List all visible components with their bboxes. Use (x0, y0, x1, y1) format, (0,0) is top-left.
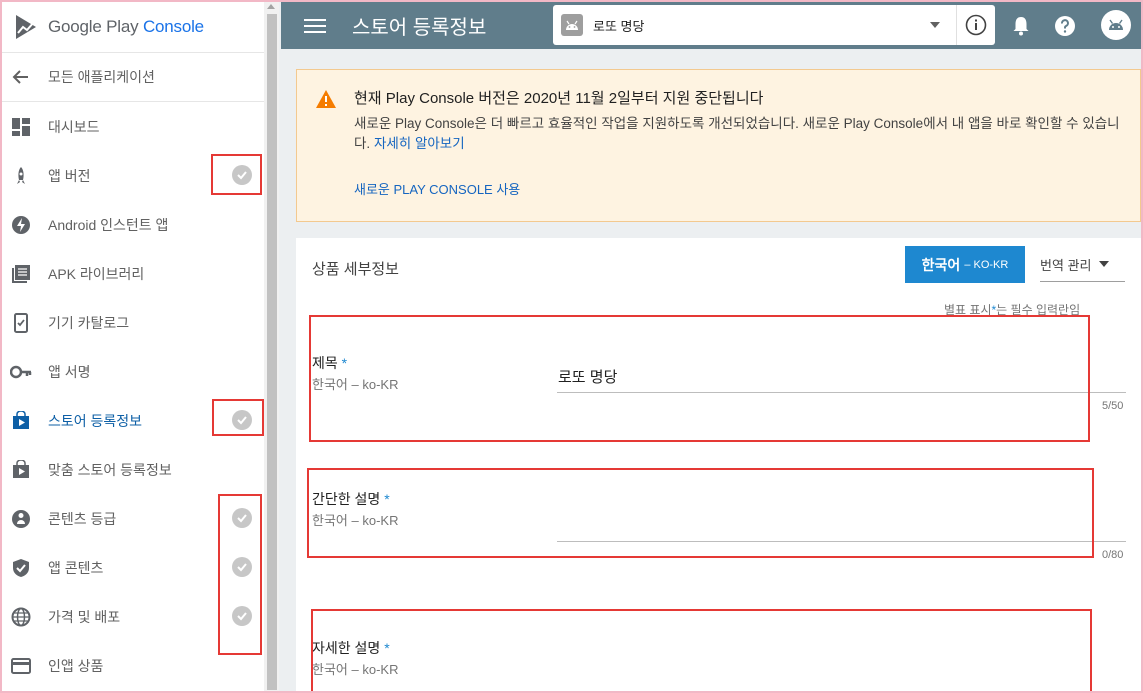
title-input-underline (557, 392, 1126, 393)
shield-icon (10, 557, 32, 579)
language-button[interactable]: 한국어 – KO-KR (905, 246, 1025, 283)
check-icon (232, 606, 252, 626)
sidebar-item-label: Android 인스턴트 앱 (48, 216, 169, 233)
sidebar-item-label: 스토어 등록정보 (48, 412, 143, 429)
notifications-bell-icon[interactable] (1009, 14, 1033, 38)
rocket-icon (10, 165, 32, 187)
custom-listing-icon (10, 459, 32, 481)
warning-title: 현재 Play Console 버전은 2020년 11월 2일부터 지원 중단… (354, 90, 764, 107)
android-avatar-icon (1109, 19, 1123, 30)
learn-more-link[interactable]: 자세히 알아보기 (374, 136, 465, 151)
sidebar-item-label: 콘텐츠 등급 (48, 510, 117, 527)
short-description-underline (557, 541, 1126, 542)
play-console-logo-icon (16, 15, 36, 39)
scroll-up-arrow-icon[interactable] (267, 4, 275, 9)
sidebar-item-store-listing[interactable]: 스토어 등록정보 (2, 396, 264, 445)
warning-body-text: 새로운 Play Console은 더 빠르고 효율적인 작업을 지원하도록 개… (354, 116, 1120, 151)
device-catalog-icon (10, 312, 32, 334)
hamburger-menu-icon[interactable] (304, 18, 326, 33)
manage-translations-label: 번역 관리 (1040, 257, 1092, 273)
sidebar-item-dashboard[interactable]: 대시보드 (2, 102, 264, 151)
sidebar-item-in-app-products[interactable]: 인앱 상품 (2, 641, 264, 690)
globe-icon (10, 606, 32, 628)
title-char-count: 5/50 (1102, 400, 1124, 412)
full-description-label: 자세한 설명 * (312, 640, 390, 656)
logo-google-play: Google Play (48, 17, 139, 36)
sidebar-item-label: 인앱 상품 (48, 657, 104, 674)
manage-translations-dropdown[interactable]: 번역 관리 (1040, 247, 1125, 282)
sidebar-item-app-releases[interactable]: 앱 버전 (2, 151, 264, 200)
top-app-bar: 스토어 등록정보 로또 명당 (281, 2, 1141, 49)
sidebar-item-label: 맞춤 스토어 등록정보 (48, 461, 172, 478)
dashboard-icon (10, 116, 32, 138)
help-icon[interactable] (1053, 14, 1077, 38)
arrow-back-icon (10, 66, 32, 88)
product-details-card: 상품 세부정보 한국어 – KO-KR 번역 관리 별표 표시*는 필수 입력란… (296, 238, 1141, 693)
deprecation-warning-card: 현재 Play Console 버전은 2020년 11월 2일부터 지원 중단… (296, 69, 1141, 222)
title-field-language: 한국어 – ko-KR (312, 377, 399, 392)
logo-console: Console (142, 17, 204, 36)
android-app-icon (561, 14, 583, 36)
language-code: – KO-KR (964, 258, 1009, 271)
content-rating-icon (10, 508, 32, 530)
short-description-char-count: 0/80 (1102, 549, 1124, 561)
apk-library-icon (10, 263, 32, 285)
sidebar-item-pricing-distribution[interactable]: 가격 및 배포 (2, 592, 264, 641)
scroll-thumb[interactable] (267, 14, 277, 690)
section-title: 상품 세부정보 (312, 261, 399, 278)
key-icon (10, 361, 32, 383)
sidebar-item-label: 대시보드 (48, 118, 100, 135)
use-new-play-console-button[interactable]: 새로운 PLAY CONSOLE 사용 (354, 179, 520, 198)
full-description-language: 한국어 – ko-KR (312, 662, 399, 677)
warning-body: 새로운 Play Console은 더 빠르고 효율적인 작업을 지원하도록 개… (354, 114, 1134, 154)
check-icon (232, 557, 252, 577)
warning-icon (316, 90, 336, 108)
page-title: 스토어 등록정보 (352, 17, 487, 39)
sidebar-item-label: APK 라이브러리 (48, 265, 145, 282)
avatar[interactable] (1101, 10, 1131, 40)
sidebar-item-content-rating[interactable]: 콘텐츠 등급 (2, 494, 264, 543)
check-icon (232, 410, 252, 430)
google-play-console-logo[interactable]: Google Play Console (2, 2, 264, 53)
instant-app-icon (10, 214, 32, 236)
sidebar-scrollbar[interactable] (264, 2, 279, 691)
sidebar: Google Play Console 모든 애플리케이션 대시보드 앱 버전 … (2, 2, 264, 691)
check-icon (232, 508, 252, 528)
back-to-all-apps[interactable]: 모든 애플리케이션 (2, 53, 264, 102)
sidebar-item-custom-store-listing[interactable]: 맞춤 스토어 등록정보 (2, 445, 264, 494)
sidebar-item-label: 가격 및 배포 (48, 608, 121, 625)
sidebar-item-label: 앱 콘텐츠 (48, 559, 104, 576)
short-description-label: 간단한 설명 * (312, 491, 390, 507)
back-label: 모든 애플리케이션 (48, 69, 155, 85)
title-field-label: 제목 * (312, 355, 348, 371)
dropdown-arrow-icon (1099, 261, 1110, 267)
credit-card-icon (10, 655, 32, 677)
required-fields-note: 별표 표시*는 필수 입력란임 (944, 303, 1081, 317)
sidebar-item-device-catalog[interactable]: 기기 카탈로그 (2, 298, 264, 347)
check-icon (232, 165, 252, 185)
sidebar-item-app-signing[interactable]: 앱 서명 (2, 347, 264, 396)
sidebar-item-apk-library[interactable]: APK 라이브러리 (2, 249, 264, 298)
sidebar-item-label: 앱 서명 (48, 363, 91, 380)
language-label: 한국어 (921, 256, 961, 273)
chevron-down-icon[interactable] (930, 22, 940, 28)
store-listing-icon (10, 410, 32, 432)
sidebar-item-instant-apps[interactable]: Android 인스턴트 앱 (2, 200, 264, 249)
short-description-language: 한국어 – ko-KR (312, 513, 399, 528)
app-selector[interactable]: 로또 명당 (553, 5, 995, 45)
info-icon[interactable] (957, 5, 995, 45)
title-input[interactable]: 로또 명당 (558, 366, 617, 387)
sidebar-item-label: 기기 카탈로그 (48, 314, 130, 331)
sidebar-item-label: 앱 버전 (48, 167, 91, 184)
sidebar-item-app-content[interactable]: 앱 콘텐츠 (2, 543, 264, 592)
selected-app-name: 로또 명당 (593, 18, 645, 34)
